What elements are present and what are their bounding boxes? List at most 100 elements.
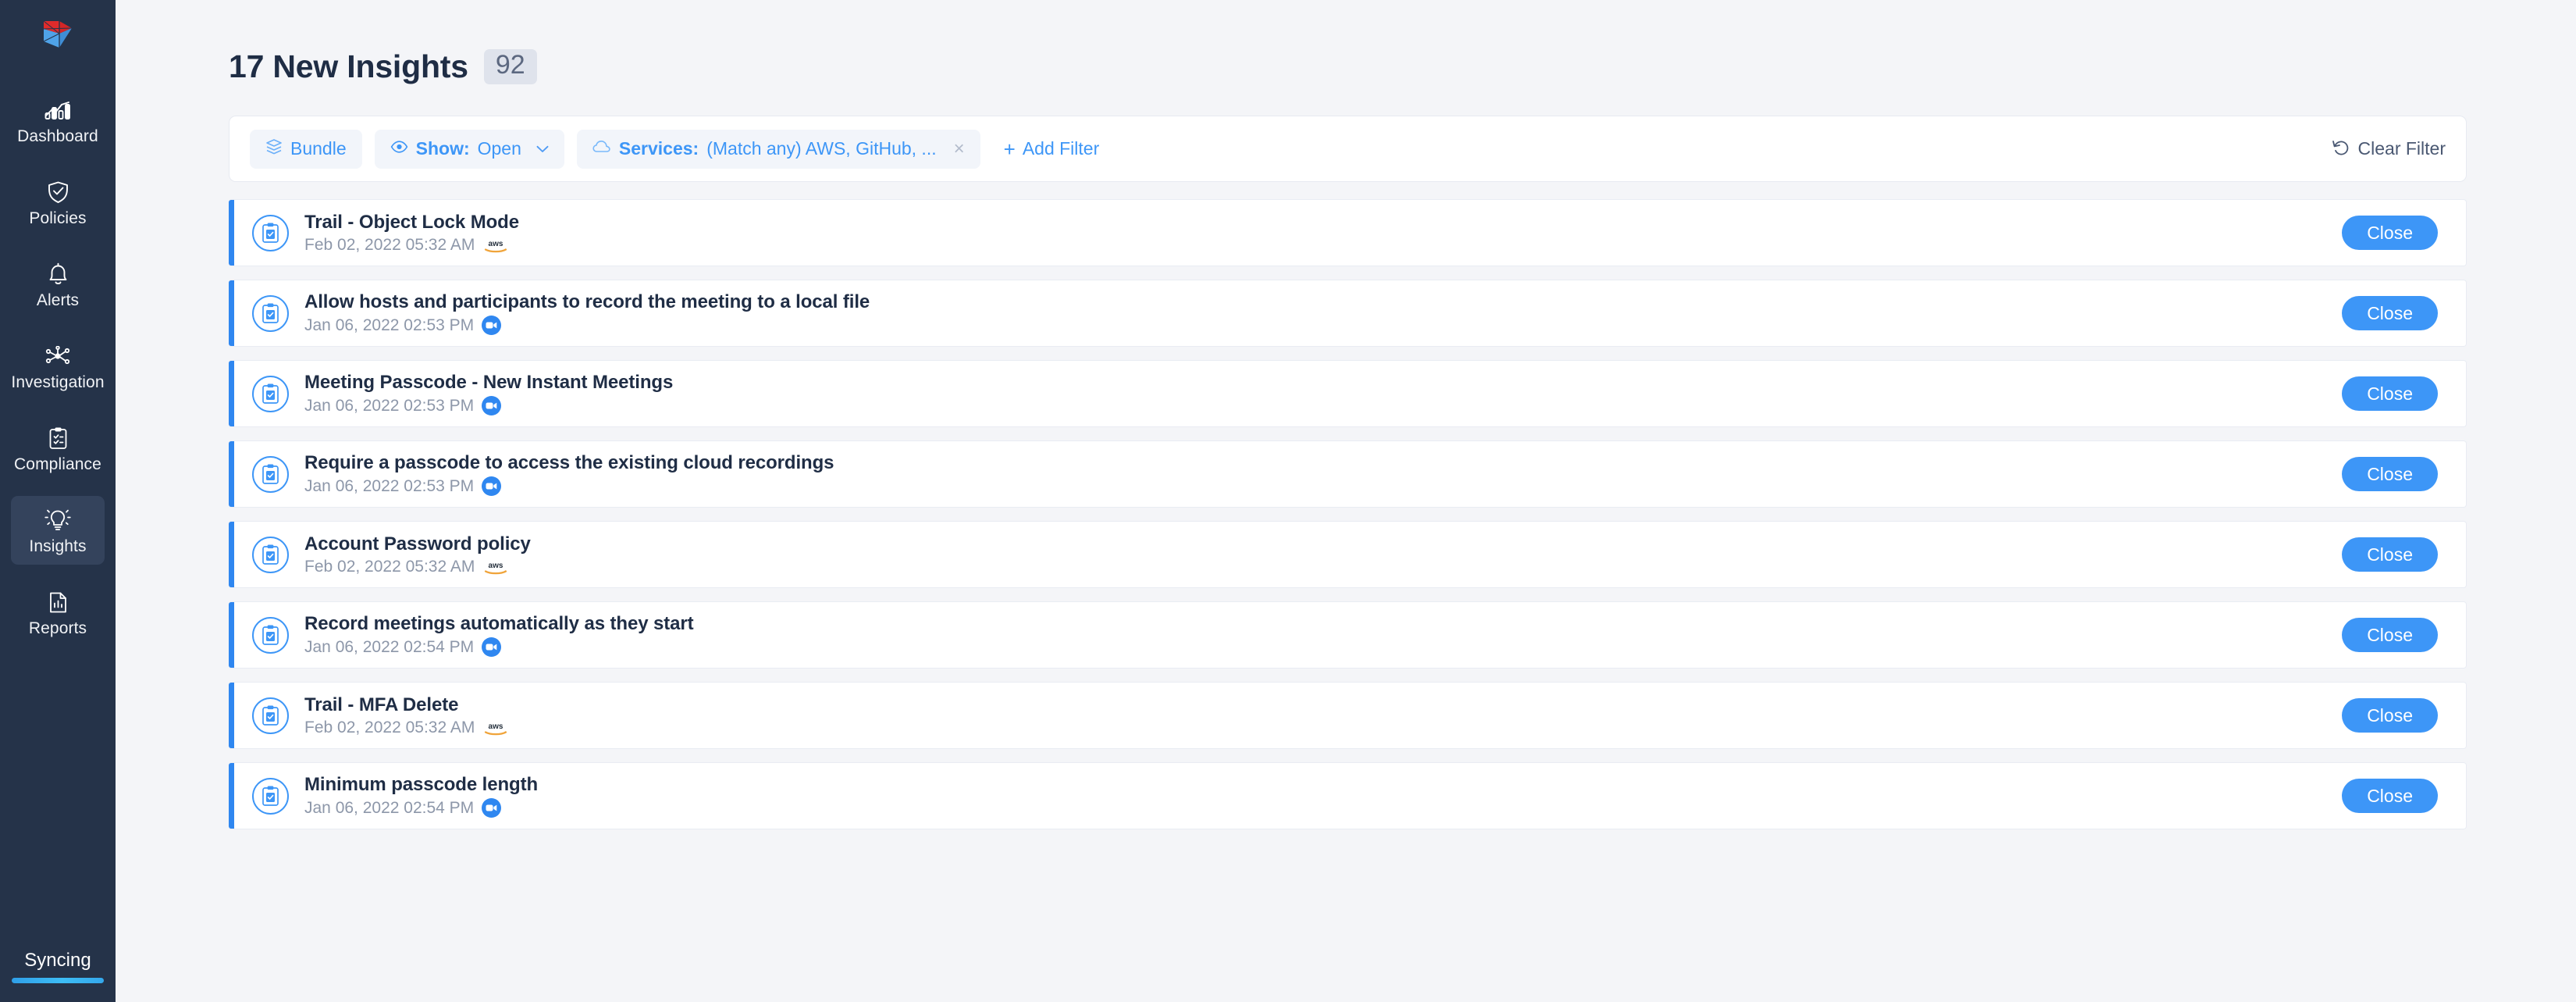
remove-services-filter-icon[interactable]: ×: [954, 140, 965, 159]
sidebar-item-compliance[interactable]: Compliance: [11, 414, 105, 483]
insight-row-body: Record meetings automatically as they st…: [304, 613, 694, 657]
page-title: 17 New Insights: [229, 48, 468, 85]
undo-icon: [2332, 138, 2350, 160]
plus-icon: +: [1004, 139, 1016, 159]
insight-meta: Jan 06, 2022 02:54 PM: [304, 637, 694, 657]
close-insight-button[interactable]: Close: [2342, 216, 2438, 250]
report-document-icon: [48, 588, 69, 616]
services-filter-label: Services:: [619, 138, 699, 159]
clipboard-check-icon: [252, 617, 289, 654]
insight-meta: Jan 06, 2022 02:54 PM: [304, 798, 538, 818]
insight-row[interactable]: Minimum passcode length Jan 06, 2022 02:5…: [229, 762, 2467, 829]
eye-icon: [390, 139, 408, 159]
bundle-filter-chip[interactable]: Bundle: [250, 130, 362, 169]
add-filter-button[interactable]: + Add Filter: [1004, 138, 1100, 159]
close-insight-button[interactable]: Close: [2342, 537, 2438, 572]
aws-service-icon: aws: [482, 237, 509, 253]
cloud-icon: [592, 140, 611, 158]
zoom-service-icon: [482, 316, 501, 335]
insight-row-body: Trail - Object Lock Mode Feb 02, 2022 05:…: [304, 212, 519, 255]
insight-title: Meeting Passcode - New Instant Meetings: [304, 372, 673, 394]
dashboard-icon: [44, 96, 71, 124]
svg-text:aws: aws: [489, 722, 503, 731]
insight-date: Feb 02, 2022 05:32 AM: [304, 236, 475, 255]
sidebar-item-label: Alerts: [37, 291, 79, 310]
insight-title: Record meetings automatically as they st…: [304, 613, 694, 635]
insight-row[interactable]: Trail - Object Lock Mode Feb 02, 2022 05:…: [229, 199, 2467, 266]
sidebar-item-insights[interactable]: Insights: [11, 496, 105, 565]
close-insight-button[interactable]: Close: [2342, 376, 2438, 411]
sidebar-nav: Dashboard Policies Alerts: [0, 86, 116, 660]
insight-meta: Feb 02, 2022 05:32 AM aws: [304, 719, 509, 737]
clipboard-check-icon: [252, 778, 289, 815]
svg-text:aws: aws: [489, 240, 503, 248]
insight-row[interactable]: Record meetings automatically as they st…: [229, 601, 2467, 669]
sidebar-item-alerts[interactable]: Alerts: [11, 250, 105, 319]
shield-check-icon: [46, 178, 70, 206]
sidebar: Dashboard Policies Alerts: [0, 0, 116, 1002]
svg-text:aws: aws: [489, 562, 503, 570]
services-filter-chip[interactable]: Services: (Match any) AWS, GitHub, ... ×: [577, 130, 980, 169]
zoom-service-icon: [482, 798, 501, 818]
insight-title: Require a passcode to access the existin…: [304, 452, 834, 474]
sync-progress-bar: [12, 978, 104, 983]
sidebar-item-label: Reports: [29, 619, 87, 638]
sidebar-item-policies[interactable]: Policies: [11, 168, 105, 237]
insight-date: Jan 06, 2022 02:53 PM: [304, 397, 474, 415]
insight-row-body: Trail - MFA Delete Feb 02, 2022 05:32 AM …: [304, 694, 509, 737]
insight-meta: Jan 06, 2022 02:53 PM: [304, 316, 870, 335]
insight-title: Trail - MFA Delete: [304, 694, 509, 716]
clipboard-check-icon: [252, 295, 289, 332]
insight-row[interactable]: Require a passcode to access the existin…: [229, 440, 2467, 508]
bundle-filter-label: Bundle: [290, 138, 347, 159]
company-logo[interactable]: [30, 11, 85, 59]
insight-row[interactable]: Trail - MFA Delete Feb 02, 2022 05:32 AM …: [229, 682, 2467, 749]
lightbulb-icon: [44, 506, 71, 534]
show-filter-chip[interactable]: Show: Open: [375, 130, 564, 169]
sync-status: Syncing: [10, 950, 105, 983]
insight-row-body: Minimum passcode length Jan 06, 2022 02:5…: [304, 774, 538, 818]
insight-date: Feb 02, 2022 05:32 AM: [304, 719, 475, 737]
filter-bar: Bundle Show: Open Services: (Match: [229, 116, 2467, 182]
insight-date: Jan 06, 2022 02:54 PM: [304, 638, 474, 657]
insight-title: Minimum passcode length: [304, 774, 538, 796]
clipboard-check-icon: [252, 376, 289, 412]
insight-date: Jan 06, 2022 02:53 PM: [304, 477, 474, 496]
chevron-down-icon[interactable]: [536, 141, 549, 157]
aws-service-icon: aws: [482, 559, 509, 575]
sidebar-item-investigation[interactable]: Investigation: [11, 332, 105, 401]
close-insight-button[interactable]: Close: [2342, 296, 2438, 330]
sidebar-item-label: Compliance: [14, 455, 101, 474]
network-nodes-icon: [44, 342, 72, 370]
insight-meta: Jan 06, 2022 02:53 PM: [304, 396, 673, 415]
insight-row-body: Require a passcode to access the existin…: [304, 452, 834, 496]
sync-status-label: Syncing: [24, 950, 91, 972]
bell-icon: [47, 260, 69, 288]
insight-row[interactable]: Allow hosts and participants to record t…: [229, 280, 2467, 347]
sidebar-item-dashboard[interactable]: Dashboard: [11, 86, 105, 155]
sidebar-item-reports[interactable]: Reports: [11, 578, 105, 647]
zoom-service-icon: [482, 396, 501, 415]
close-insight-button[interactable]: Close: [2342, 779, 2438, 813]
aws-service-icon: aws: [482, 720, 509, 736]
insight-date: Jan 06, 2022 02:54 PM: [304, 799, 474, 818]
main-content: 17 New Insights 92 Bundle Show:: [116, 0, 2576, 1002]
close-insight-button[interactable]: Close: [2342, 618, 2438, 652]
zoom-service-icon: [482, 637, 501, 657]
sidebar-item-label: Insights: [29, 537, 86, 556]
insight-row[interactable]: Account Password policyFeb 02, 2022 05:3…: [229, 521, 2467, 588]
insight-meta: Feb 02, 2022 05:32 AM aws: [304, 236, 519, 255]
close-insight-button[interactable]: Close: [2342, 698, 2438, 733]
clear-filter-button[interactable]: Clear Filter: [2332, 138, 2446, 160]
show-filter-value: Open: [478, 138, 521, 159]
sidebar-item-label: Dashboard: [17, 127, 98, 146]
close-insight-button[interactable]: Close: [2342, 457, 2438, 491]
services-filter-value: (Match any) AWS, GitHub, ...: [706, 138, 936, 159]
insight-row[interactable]: Meeting Passcode - New Instant Meetings J…: [229, 360, 2467, 427]
sidebar-item-label: Policies: [29, 209, 86, 228]
insight-row-body: Allow hosts and participants to record t…: [304, 291, 870, 335]
insight-title: Allow hosts and participants to record t…: [304, 291, 870, 313]
insights-list: Trail - Object Lock Mode Feb 02, 2022 05:…: [229, 199, 2467, 829]
insight-date: Jan 06, 2022 02:53 PM: [304, 316, 474, 335]
insight-title: Trail - Object Lock Mode: [304, 212, 519, 234]
